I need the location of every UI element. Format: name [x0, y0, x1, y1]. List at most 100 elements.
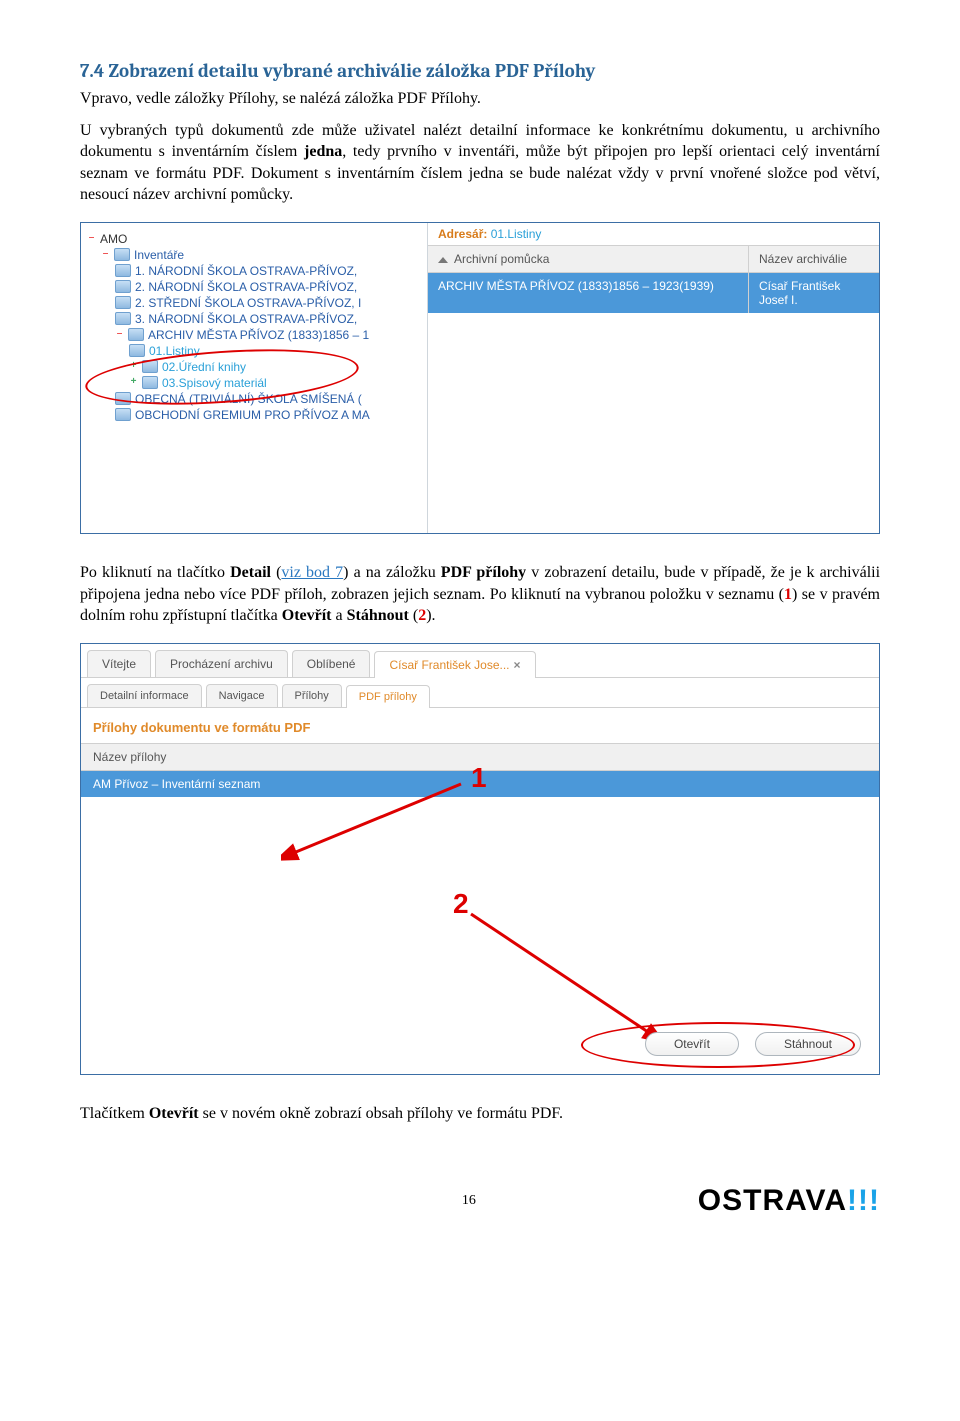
address-label: Adresář:	[438, 227, 487, 241]
folder-icon	[142, 360, 158, 373]
tree-node-selected[interactable]: 01.Listiny	[129, 343, 427, 359]
tree-label: 3. NÁRODNÍ ŠKOLA OSTRAVA-PŘÍVOZ,	[135, 312, 357, 326]
tree-node[interactable]: OBCHODNÍ GREMIUM PRO PŘÍVOZ A MA	[115, 407, 427, 423]
text: (	[409, 607, 418, 624]
tree-node-root[interactable]: –AMO	[87, 231, 427, 247]
collapse-icon[interactable]: –	[87, 234, 96, 243]
tree-node[interactable]: 2. NÁRODNÍ ŠKOLA OSTRAVA-PŘÍVOZ,	[115, 279, 427, 295]
bold-otevrit: Otevřít	[282, 607, 332, 624]
sub-tabs: Detailní informace Navigace Přílohy PDF …	[81, 678, 879, 708]
screenshot-tree-grid: –AMO –Inventáře 1. NÁRODNÍ ŠKOLA OSTRAVA…	[80, 222, 880, 534]
column-archival-name[interactable]: Název archiválie	[749, 246, 879, 272]
text: se v novém okně zobrazí obsah přílohy ve…	[199, 1105, 563, 1122]
tree-node[interactable]: 1. NÁRODNÍ ŠKOLA OSTRAVA-PŘÍVOZ,	[115, 263, 427, 279]
tab-pdf-attachments[interactable]: PDF přílohy	[346, 685, 430, 708]
bold-pdf-prilohy: PDF přílohy	[441, 564, 526, 581]
collapse-icon[interactable]: –	[101, 250, 110, 259]
screenshot-pdf-attachments: Vítejte Procházení archivu Oblíbené Císa…	[80, 643, 880, 1075]
page-number: 16	[462, 1193, 476, 1209]
folder-icon	[115, 392, 131, 405]
tree-label: ARCHIV MĚSTA PŘÍVOZ (1833)1856 – 1	[148, 328, 369, 342]
tree-label: OBECNÁ (TRIVIÁLNÍ) ŠKOLA SMÍŠENÁ (	[135, 392, 362, 406]
bold-detail: Detail	[230, 564, 271, 581]
tab-detail-info[interactable]: Detailní informace	[87, 684, 202, 707]
tab-welcome[interactable]: Vítejte	[87, 650, 151, 677]
tree-node[interactable]: – Inventáře	[101, 247, 427, 263]
para-detail-instructions: Po kliknutí na tlačítko Detail (viz bod …	[80, 562, 880, 627]
open-button[interactable]: Otevřít	[645, 1032, 739, 1056]
text: Tlačítkem	[80, 1105, 149, 1122]
folder-tree: –AMO –Inventáře 1. NÁRODNÍ ŠKOLA OSTRAVA…	[81, 223, 428, 533]
col-label: Archivní pomůcka	[454, 252, 549, 266]
folder-icon	[114, 248, 130, 261]
grid-row-selected[interactable]: ARCHIV MĚSTA PŘÍVOZ (1833)1856 – 1923(19…	[428, 273, 879, 313]
address-value: 01.Listiny	[491, 227, 542, 241]
folder-icon	[115, 312, 131, 325]
expand-icon[interactable]: +	[129, 378, 138, 387]
brand-text: OSTRAVA	[698, 1184, 847, 1217]
tab-label: Císař František Jose...	[389, 658, 509, 672]
folder-icon	[115, 296, 131, 309]
folder-icon	[129, 344, 145, 357]
text: ).	[426, 607, 435, 624]
tree-node[interactable]: +02.Úřední knihy	[129, 359, 427, 375]
grid-pane: Adresář: 01.Listiny Archivní pomůcka Náz…	[428, 223, 879, 533]
tree-label: Inventáře	[134, 248, 184, 262]
folder-icon	[115, 264, 131, 277]
tab-attachments[interactable]: Přílohy	[282, 684, 342, 707]
link-viz-bod-7[interactable]: viz bod 7	[281, 564, 343, 581]
callout-2: 2	[418, 607, 426, 624]
tree-label: 2. NÁRODNÍ ŠKOLA OSTRAVA-PŘÍVOZ,	[135, 280, 357, 294]
annotation-number-2: 2	[453, 888, 469, 920]
column-finding-aid[interactable]: Archivní pomůcka	[428, 246, 749, 272]
tab-favorites[interactable]: Oblíbené	[292, 650, 371, 677]
tab-navigation[interactable]: Navigace	[206, 684, 278, 707]
text: (	[271, 564, 281, 581]
folder-icon	[128, 328, 144, 341]
cell-finding-aid: ARCHIV MĚSTA PŘÍVOZ (1833)1856 – 1923(19…	[428, 273, 749, 313]
collapse-icon[interactable]: –	[115, 330, 124, 339]
intro-para-2: U vybraných typů dokumentů zde může uživ…	[80, 120, 880, 206]
bold-stahnout: Stáhnout	[347, 607, 409, 624]
main-tabs: Vítejte Procházení archivu Oblíbené Císa…	[81, 644, 879, 678]
folder-icon	[115, 408, 131, 421]
tree-label: 01.Listiny	[149, 344, 200, 358]
annotation-number-1: 1	[471, 762, 487, 794]
folder-icon	[142, 376, 158, 389]
intro-para-1: Vpravo, vedle záložky Přílohy, se nalézá…	[80, 88, 880, 110]
tree-label: 2. STŘEDNÍ ŠKOLA OSTRAVA-PŘÍVOZ, I	[135, 296, 361, 310]
address-bar: Adresář: 01.Listiny	[428, 223, 879, 245]
tree-node[interactable]: OBECNÁ (TRIVIÁLNÍ) ŠKOLA SMÍŠENÁ (	[115, 391, 427, 407]
page-footer: 16 OSTRAVA!!!	[80, 1184, 880, 1218]
text: Po kliknutí na tlačítko	[80, 564, 230, 581]
callout-1: 1	[784, 586, 792, 603]
sort-asc-icon	[438, 257, 448, 263]
tree-node[interactable]: 2. STŘEDNÍ ŠKOLA OSTRAVA-PŘÍVOZ, I	[115, 295, 427, 311]
brand-exclaim: !!!	[847, 1184, 880, 1217]
text: a	[332, 607, 347, 624]
para-open-note: Tlačítkem Otevřít se v novém okně zobraz…	[80, 1103, 880, 1125]
tab-browse-archive[interactable]: Procházení archivu	[155, 650, 288, 677]
button-row: Otevřít Stáhnout	[645, 1032, 861, 1056]
highlight-jedna: jedna	[304, 143, 342, 160]
tree-node[interactable]: – ARCHIV MĚSTA PŘÍVOZ (1833)1856 – 1	[115, 327, 427, 343]
bold-otevrit: Otevřít	[149, 1105, 199, 1122]
text: ) a na záložku	[343, 564, 441, 581]
brand-logo: OSTRAVA!!!	[698, 1184, 880, 1218]
tree-label: OBCHODNÍ GREMIUM PRO PŘÍVOZ A MA	[135, 408, 370, 422]
download-button[interactable]: Stáhnout	[755, 1032, 861, 1056]
tree-label: 1. NÁRODNÍ ŠKOLA OSTRAVA-PŘÍVOZ,	[135, 264, 357, 278]
grid-header: Archivní pomůcka Název archiválie	[428, 245, 879, 273]
tree-label: 02.Úřední knihy	[162, 360, 246, 374]
folder-icon	[115, 280, 131, 293]
section-title: Přílohy dokumentu ve formátu PDF	[81, 708, 879, 743]
tree-label: AMO	[100, 232, 127, 246]
expand-icon[interactable]: +	[129, 362, 138, 371]
close-icon[interactable]: ×	[514, 658, 521, 672]
cell-archival-name: Císař František Josef I.	[749, 273, 879, 313]
tree-node[interactable]: 3. NÁRODNÍ ŠKOLA OSTRAVA-PŘÍVOZ,	[115, 311, 427, 327]
section-heading: 7.4 Zobrazení detailu vybrané archiválie…	[80, 60, 880, 82]
tree-label: 03.Spisový materiál	[162, 376, 267, 390]
tab-document-active[interactable]: Císař František Jose... ×	[374, 651, 535, 678]
tree-node[interactable]: +03.Spisový materiál	[129, 375, 427, 391]
